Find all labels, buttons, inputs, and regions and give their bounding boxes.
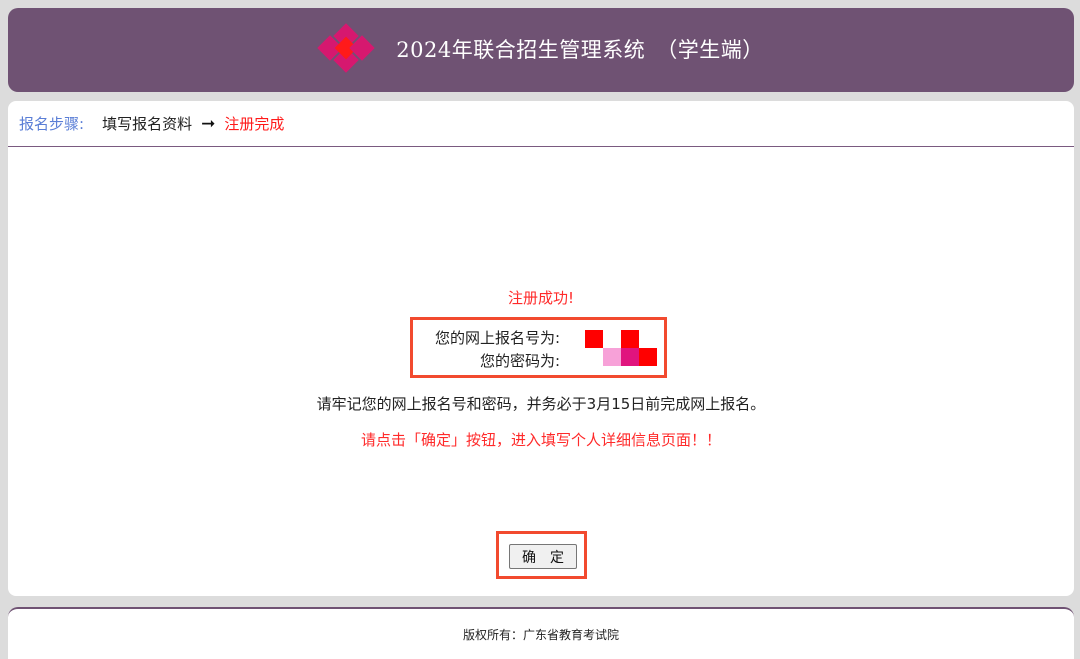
steps-label: 报名步骤:: [19, 115, 85, 133]
arrow-right-icon: ➞: [201, 113, 216, 134]
step-registration-complete: 注册完成: [224, 115, 285, 133]
step-indicator: 报名步骤: 填写报名资料 ➞ 注册完成: [8, 101, 1074, 147]
confirm-button-highlight: 确 定: [496, 531, 587, 579]
success-message: 注册成功!: [507, 289, 574, 307]
diamond-logo-icon: [317, 23, 375, 73]
next-step-notice: 请点击「确定」按钮，进入填写个人详细信息页面！！: [360, 431, 721, 449]
footer: 版权所有：广东省教育考试院: [8, 607, 1074, 659]
main-panel: 报名步骤: 填写报名资料 ➞ 注册完成 注册成功! 您的网上报名号为: 您的密码…: [8, 101, 1074, 596]
system-title: 2024年联合招生管理系统 （学生端）: [396, 38, 764, 62]
header-bar: 2024年联合招生管理系统 （学生端）: [8, 8, 1074, 92]
reminder-note: 请牢记您的网上报名号和密码，并务必于3月15日前完成网上报名。: [316, 395, 766, 413]
password-label: 您的密码为:: [479, 352, 560, 370]
registration-number-label: 您的网上报名号为:: [434, 329, 560, 347]
copyright-text: 版权所有：广东省教育考试院: [462, 627, 619, 642]
step-fill-info: 填写报名资料: [102, 115, 193, 133]
confirm-button[interactable]: 确 定: [509, 544, 577, 569]
credentials-box: 您的网上报名号为: 您的密码为:: [410, 317, 667, 378]
